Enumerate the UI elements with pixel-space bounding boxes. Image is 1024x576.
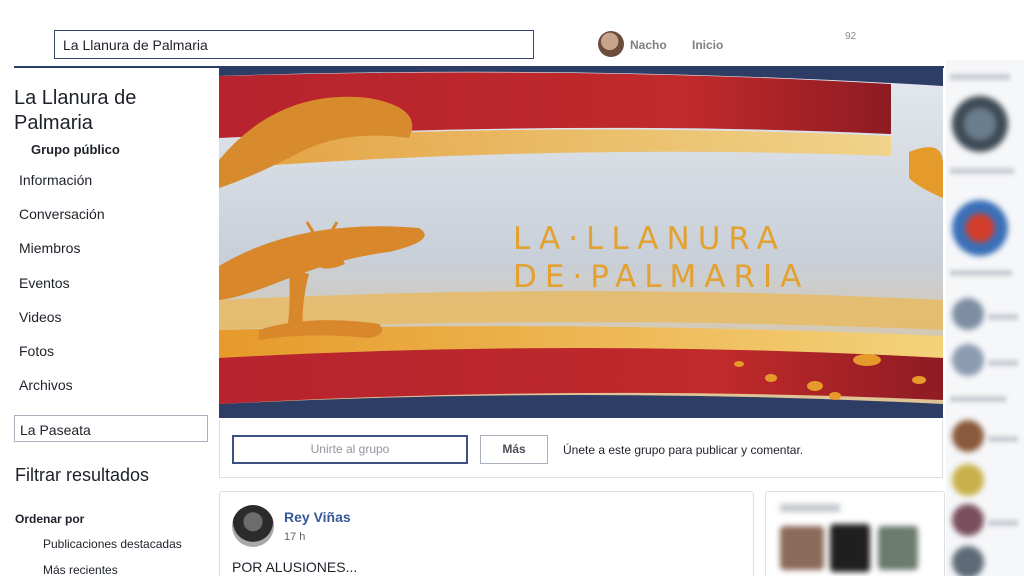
member-photo[interactable] xyxy=(878,526,918,570)
more-button[interactable]: Más xyxy=(480,435,548,464)
contact-avatar[interactable] xyxy=(952,298,984,330)
join-hint-text: Únete a este grupo para publicar y comen… xyxy=(563,443,804,457)
contact-avatar[interactable] xyxy=(952,344,984,376)
sidebar-item-conversacion[interactable]: Conversación xyxy=(19,204,209,238)
blurred-text xyxy=(988,360,1018,366)
chat-sidebar xyxy=(946,60,1024,576)
group-nav: Información Conversación Miembros Evento… xyxy=(19,170,209,409)
member-photo[interactable] xyxy=(780,526,824,570)
profile-link[interactable]: Nacho xyxy=(630,38,667,52)
notification-count[interactable]: 92 xyxy=(845,31,856,42)
group-cover-photo[interactable]: LA·LLANURA DE·PALMARIA xyxy=(219,68,943,418)
sidebar-item-informacion[interactable]: Información xyxy=(19,170,209,204)
contact-avatar[interactable] xyxy=(952,464,984,496)
sort-by-label: Ordenar por xyxy=(15,512,85,526)
sort-option-top-posts[interactable]: Publicaciones destacadas xyxy=(43,537,182,551)
contact-avatar[interactable] xyxy=(952,200,1008,256)
post-timestamp[interactable]: 17 h xyxy=(284,531,305,543)
author-avatar[interactable] xyxy=(232,505,274,547)
facebook-group-page: Nacho Inicio 92 La Llanura de Palmaria G… xyxy=(0,0,1024,576)
sidebar-item-eventos[interactable]: Eventos xyxy=(19,273,209,307)
contact-avatar[interactable] xyxy=(952,546,984,576)
post-author-link[interactable]: Rey Viñas xyxy=(284,509,351,525)
contact-avatar[interactable] xyxy=(952,96,1008,152)
sidebar-item-miembros[interactable]: Miembros xyxy=(19,238,209,272)
cover-title-line-1: LA·LLANURA xyxy=(513,221,786,257)
blurred-text xyxy=(988,436,1018,442)
blurred-text xyxy=(988,520,1018,526)
cover-title-line-2: DE·PALMARIA xyxy=(513,259,810,295)
join-group-button[interactable]: Unirte al grupo xyxy=(232,435,468,464)
group-privacy-label: Grupo público xyxy=(31,142,120,157)
sidebar-item-fotos[interactable]: Fotos xyxy=(19,341,209,375)
member-photo[interactable] xyxy=(830,524,870,572)
blurred-text xyxy=(950,270,1012,276)
contact-avatar[interactable] xyxy=(952,420,984,452)
filter-results-heading: Filtrar resultados xyxy=(15,465,150,485)
blurred-text xyxy=(950,74,1010,80)
group-title[interactable]: La Llanura de Palmaria xyxy=(14,86,204,136)
search-input[interactable] xyxy=(54,30,534,59)
blurred-heading xyxy=(780,504,840,512)
group-search-input[interactable]: La Paseata xyxy=(14,415,208,442)
sidebar-item-archivos[interactable]: Archivos xyxy=(19,375,209,409)
blurred-text xyxy=(950,168,1014,174)
members-card xyxy=(765,491,945,576)
user-avatar-icon[interactable] xyxy=(598,31,624,57)
post-text: POR ALUSIONES... xyxy=(232,559,358,575)
sort-option-recent[interactable]: Más recientes xyxy=(43,563,118,576)
blurred-text xyxy=(988,314,1018,320)
contact-avatar[interactable] xyxy=(952,504,984,536)
cover-title: LA·LLANURA DE·PALMARIA xyxy=(513,220,809,296)
blurred-text xyxy=(950,396,1006,402)
sidebar-item-videos[interactable]: Videos xyxy=(19,307,209,341)
home-link[interactable]: Inicio xyxy=(692,38,723,52)
